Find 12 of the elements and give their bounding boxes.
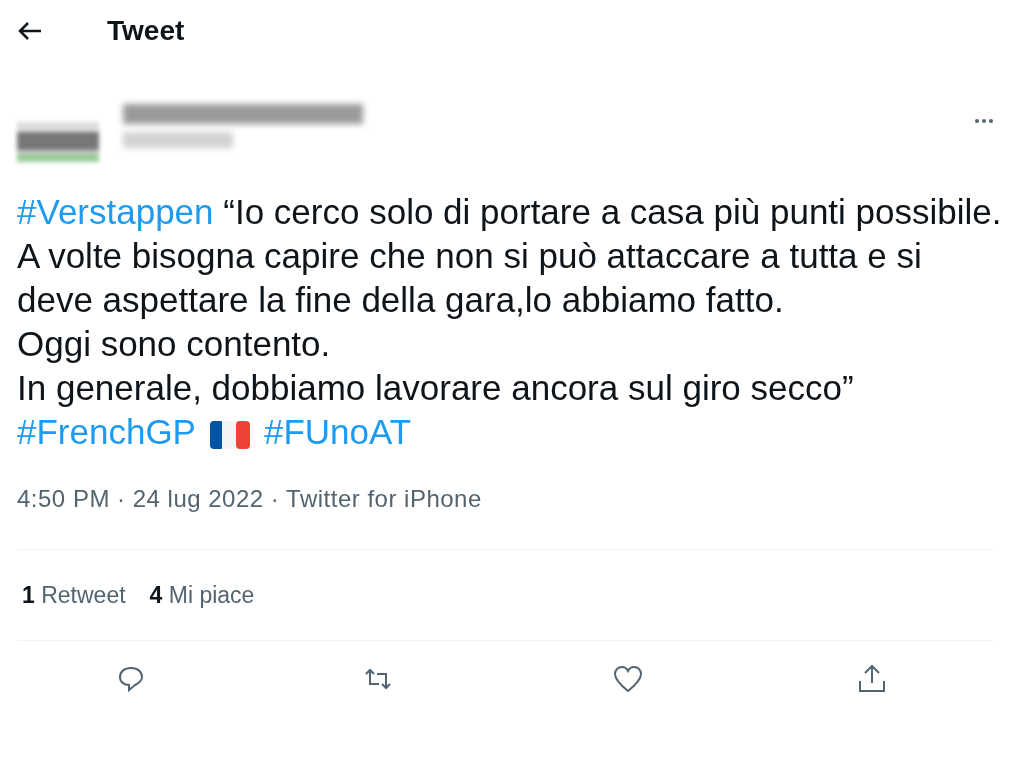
more-icon[interactable] [974, 118, 994, 124]
stat-link[interactable]: 4 Mi piace [149, 577, 255, 613]
heart-icon[interactable] [611, 663, 644, 695]
stat-link[interactable]: 1 Retweet [22, 577, 126, 613]
back-arrow-icon[interactable] [17, 21, 43, 41]
hashtag-link[interactable]: #Verstappen [17, 192, 214, 231]
tweet-timestamp: 4:50 PM · 24 lug 2022 · Twitter for iPhone [17, 484, 483, 514]
flag-icon [207, 419, 252, 450]
hashtag-link[interactable]: #FUnoAT [263, 412, 412, 451]
tweet-text: #Verstappen “Io cerco solo di portare a casa più punti possibile. A volte bisogna capire che non si può attaccare a tutta e si deve aspettare la fine della gara,lo abbiamo fatto. Oggi sono contento. In generale, dobbiamo lavorare ancora sul giro secco” #FrenchGP #FUnoAT [17, 191, 1002, 453]
hashtag-link[interactable]: #FrenchGP [17, 412, 196, 451]
page-title: Tweet [107, 14, 185, 48]
